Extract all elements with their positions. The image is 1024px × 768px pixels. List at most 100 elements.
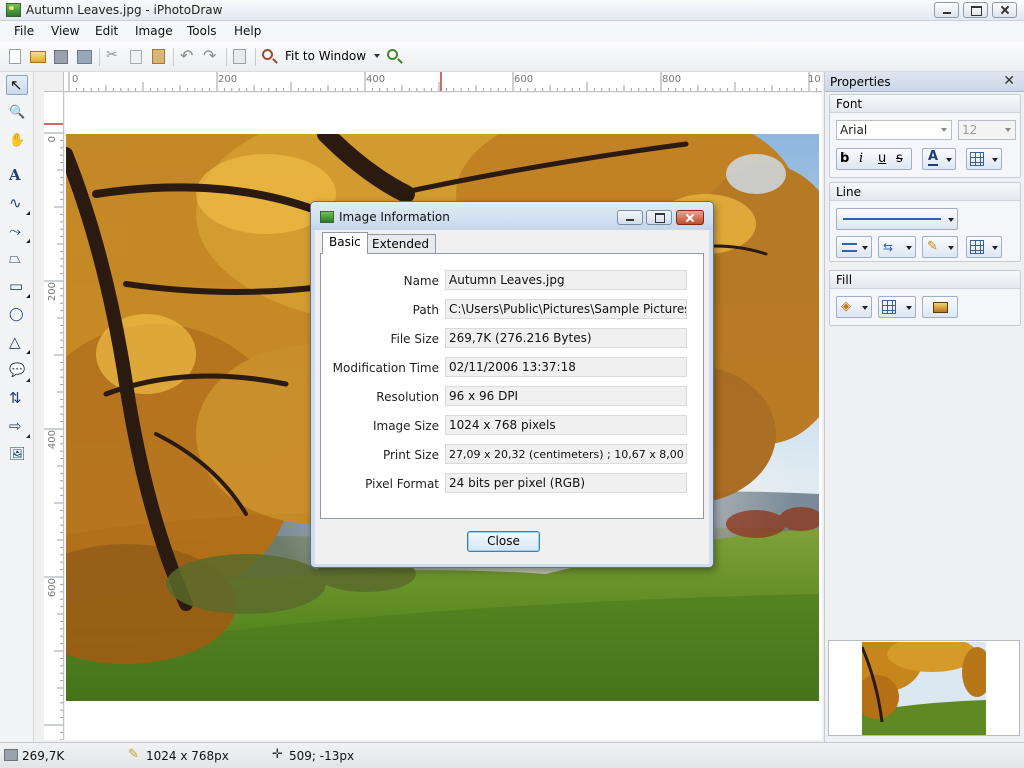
save-icon[interactable]	[54, 50, 68, 64]
line-grid-button[interactable]	[966, 236, 1002, 258]
image-tool[interactable]: 🖼	[6, 445, 28, 465]
maximize-icon[interactable]	[646, 210, 672, 225]
file-size-field[interactable]: 269,7K (276.216 Bytes)	[445, 328, 687, 348]
text-tool[interactable]: A	[6, 166, 28, 186]
horizontal-ruler: 0 200 400 600 800 10	[44, 72, 822, 92]
field-label: Name	[403, 274, 439, 288]
submenu-marker-icon	[26, 430, 30, 438]
polygon-tool[interactable]: ⏢	[6, 249, 28, 269]
font-family-select[interactable]: Arial	[836, 120, 952, 140]
dialog-title-bar[interactable]: Image Information	[311, 202, 713, 230]
title-bar: Autumn Leaves.jpg - iPhotoDraw	[0, 0, 1024, 21]
font-color-icon: A	[928, 149, 939, 166]
menu-edit[interactable]: Edit	[95, 24, 118, 38]
submenu-marker-icon	[26, 235, 30, 243]
minimize-icon[interactable]	[934, 2, 959, 18]
ellipse-icon: ◯	[9, 307, 24, 322]
chevron-down-icon	[374, 54, 380, 58]
navigator-thumbnail[interactable]	[828, 640, 1020, 736]
rectangle-tool[interactable]: ▭	[6, 277, 30, 298]
menu-help[interactable]: Help	[234, 24, 261, 38]
freehand-tool[interactable]: ∿	[6, 194, 30, 215]
redo-icon[interactable]: ↷	[203, 46, 221, 65]
submenu-marker-icon	[26, 207, 30, 215]
modification-time-field[interactable]: 02/11/2006 13:37:18	[445, 357, 687, 377]
close-icon[interactable]	[992, 2, 1017, 18]
chevron-down-icon	[948, 218, 954, 222]
menu-file[interactable]: File	[14, 24, 34, 38]
line-width-button[interactable]	[836, 236, 872, 258]
select-tool[interactable]: ↖	[6, 75, 28, 95]
name-field[interactable]: Autumn Leaves.jpg	[445, 270, 687, 290]
minimize-icon[interactable]	[617, 210, 643, 225]
text-align-button[interactable]	[966, 148, 1002, 170]
ruler-ticks	[44, 123, 63, 740]
font-group-title: Font	[836, 97, 863, 111]
bold-button[interactable]: b	[840, 149, 849, 169]
font-style-buttons: b i u s	[836, 148, 912, 170]
zoom-tool[interactable]: 🔍	[6, 103, 28, 123]
paste-icon[interactable]	[152, 49, 165, 64]
ruler-label: 600	[47, 578, 58, 598]
new-icon[interactable]	[9, 49, 21, 64]
image-size-field[interactable]: 1024 x 768 pixels	[445, 415, 687, 435]
line-arrow-button[interactable]: ⇆	[878, 236, 916, 258]
copy-icon[interactable]	[130, 50, 142, 64]
field-label: Image Size	[372, 419, 439, 433]
triangle-tool[interactable]: △	[6, 333, 30, 354]
curve-tool[interactable]: ⤳	[6, 222, 30, 243]
tab-basic[interactable]: Basic	[322, 232, 368, 254]
properties-panel: Properties ✕ Font Arial 12 b i u s A Lin…	[824, 72, 1024, 742]
fill-pattern-button[interactable]	[878, 296, 916, 318]
status-cursor-position: 509; -13px	[289, 749, 355, 763]
save-all-icon[interactable]	[77, 50, 92, 64]
line-style-button[interactable]: ✎	[922, 236, 958, 258]
close-button[interactable]: Close	[467, 531, 540, 552]
italic-button[interactable]: i	[859, 149, 863, 169]
toolbar-separator	[173, 48, 174, 66]
line-width-icon	[842, 243, 857, 252]
zoom-in-icon[interactable]	[387, 49, 398, 60]
fill-group-title: Fill	[836, 273, 853, 287]
open-icon[interactable]	[30, 51, 46, 63]
resolution-field[interactable]: 96 x 96 DPI	[445, 386, 687, 406]
properties-icon[interactable]	[233, 49, 246, 64]
callout-icon: 💬	[9, 363, 26, 378]
toolbar-separator	[226, 48, 227, 66]
menu-image[interactable]: Image	[135, 24, 173, 38]
font-color-button[interactable]: A	[922, 148, 956, 170]
fill-color-button[interactable]: ◈	[836, 296, 872, 318]
path-field[interactable]: C:\Users\Public\Pictures\Sample Pictures…	[445, 299, 687, 319]
ruler-ticks	[68, 72, 817, 91]
close-icon[interactable]: ✕	[1003, 74, 1015, 88]
cut-icon[interactable]: ✂	[106, 47, 124, 65]
tab-extended[interactable]: Extended	[365, 234, 436, 254]
properties-header: Properties ✕	[825, 72, 1024, 92]
freehand-icon: ∿	[9, 194, 22, 212]
toolbar-separator	[99, 48, 100, 66]
arrow-tool[interactable]: ⇨	[6, 417, 30, 438]
dimension-tool[interactable]: ⇅	[6, 389, 28, 409]
undo-icon[interactable]: ↶	[180, 46, 198, 65]
font-group: Font Arial 12 b i u s A	[829, 94, 1021, 178]
ellipse-tool[interactable]: ◯	[6, 305, 28, 325]
fill-image-button[interactable]	[922, 296, 958, 318]
line-color-select[interactable]	[836, 208, 958, 230]
chevron-down-icon	[946, 158, 952, 162]
font-size-select[interactable]: 12	[958, 120, 1016, 140]
print-size-field[interactable]: 27,09 x 20,32 (centimeters) ; 10,67 x 8,…	[445, 444, 687, 464]
field-label: Print Size	[382, 448, 439, 462]
field-label: Modification Time	[332, 361, 439, 375]
menu-view[interactable]: View	[51, 24, 79, 38]
pixel-format-field[interactable]: 24 bits per pixel (RGB)	[445, 473, 687, 493]
callout-tool[interactable]: 💬	[6, 361, 30, 382]
zoom-level-select[interactable]: Fit to Window	[282, 46, 382, 66]
strikethrough-button[interactable]: s	[896, 149, 903, 169]
pan-tool[interactable]: ✋	[6, 131, 28, 151]
zoom-out-icon[interactable]	[262, 49, 273, 60]
maximize-icon[interactable]	[963, 2, 988, 18]
close-icon[interactable]	[676, 210, 704, 225]
drive-icon	[4, 749, 18, 761]
menu-tools[interactable]: Tools	[187, 24, 217, 38]
underline-button[interactable]: u	[878, 149, 886, 169]
